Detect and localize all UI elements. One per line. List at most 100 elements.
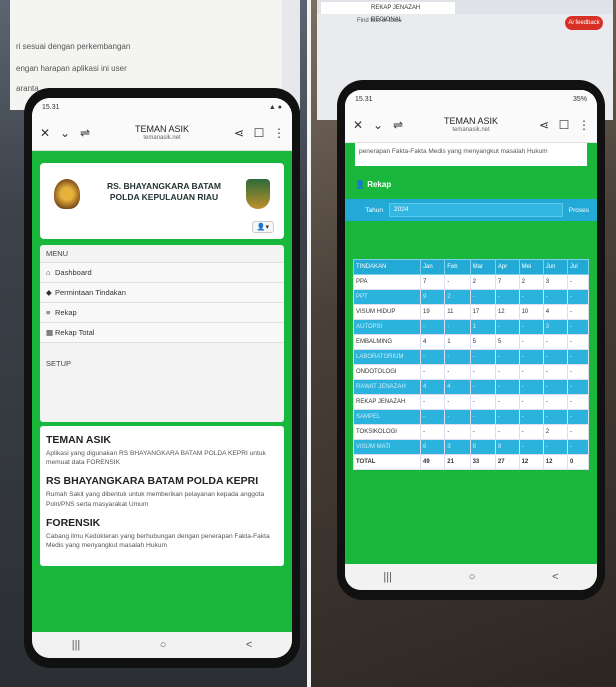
list-icon: ≡ (46, 308, 51, 317)
year-filter-bar: Tahun 2024 Proses (345, 199, 597, 222)
close-icon[interactable]: ✕ (351, 118, 365, 132)
table-header-cell: Mar (469, 259, 496, 276)
table-cell: 17 (469, 304, 496, 321)
android-nav-bar: ||| ○ < (345, 564, 597, 590)
android-nav-bar: ||| ○ < (32, 632, 292, 658)
more-icon[interactable]: ⋮ (272, 126, 286, 140)
table-total-cell: 12 (518, 454, 544, 471)
table-row: RAWAT JENAZAH 4 4- - - - - (353, 379, 589, 396)
table-cell: - (567, 394, 589, 411)
table-cell: - (494, 349, 520, 366)
table-cell: - (494, 409, 520, 426)
tune-icon[interactable]: ⇌ (78, 126, 92, 140)
menu-item-rekap-total[interactable]: ▦ Rekap Total (40, 322, 284, 342)
table-header-cell: Jun (542, 259, 569, 276)
bookmark-icon[interactable]: ☐ (252, 126, 266, 140)
home-button[interactable]: ○ (469, 571, 476, 583)
user-dropdown-button[interactable]: 👤▾ (251, 221, 274, 233)
back-button[interactable]: < (552, 571, 558, 583)
year-select[interactable]: 2024 (389, 203, 563, 218)
table-cell: - (567, 274, 589, 291)
table-row-label: RAWAT JENAZAH (353, 379, 421, 396)
rekap-title: Rekap (367, 180, 392, 190)
table-row-label: LABORATORIUM (353, 349, 421, 366)
back-button[interactable]: < (246, 639, 252, 651)
table-cell: - (567, 409, 589, 426)
table-header-cell: Jul (567, 259, 589, 276)
table-cell: 4 (542, 304, 569, 321)
table-cell: 2 (542, 424, 569, 441)
browser-app-bar: ✕ ⌄ ⇌ TEMAN ASIK temanasik.net ⋖ ☐ ⋮ (32, 116, 292, 151)
table-cell: 2 (444, 289, 471, 306)
user-icon: 👤 (355, 180, 368, 190)
chevron-down-icon[interactable]: ⌄ (371, 118, 385, 132)
chevron-down-icon[interactable]: ⌄ (58, 126, 72, 140)
table-header-cell: Apr (494, 259, 520, 276)
table-total-label: TOTAL (353, 454, 421, 471)
menu-item-permintaan-tindakan[interactable]: ◆ Permintaan Tindakan (40, 282, 284, 302)
phone-right: 15.31 35% ✕ ⌄ ⇌ TEMAN ASIK temanasik.net… (337, 80, 605, 600)
recent-apps-button[interactable]: ||| (72, 639, 81, 651)
table-cell: 4 (419, 379, 446, 396)
table-header-cell: Jan (419, 259, 446, 276)
table-row: REKAP JENAZAH - - - - - - - (353, 394, 589, 411)
table-cell: - (542, 394, 569, 411)
table-cell: 3 (444, 439, 471, 456)
info-text-fragment: penerapan Fakta-Fakta Medis yang menyang… (355, 143, 587, 167)
menu-item-label: Dashboard (55, 268, 92, 277)
browser-app-bar: ✕ ⌄ ⇌ TEMAN ASIK temanasik.net ⋖ ☐ ⋮ (345, 108, 597, 143)
menu-item-rekap[interactable]: ≡ Rekap (40, 302, 284, 322)
close-icon[interactable]: ✕ (38, 126, 52, 140)
tune-icon[interactable]: ⇌ (391, 118, 405, 132)
share-icon[interactable]: ⋖ (537, 118, 551, 132)
table-cell: - (567, 424, 589, 441)
table-total-cell: 12 (542, 454, 569, 471)
table-cell: - (542, 379, 569, 396)
table-cell: - (518, 289, 544, 306)
table-cell: - (419, 394, 446, 411)
table-cell: 8 (494, 439, 520, 456)
phone-screen: 15.31 35% ✕ ⌄ ⇌ TEMAN ASIK temanasik.net… (345, 90, 597, 590)
menu-item-label: Rekap (55, 308, 77, 317)
table-cell: - (469, 289, 496, 306)
table-total-cell: 21 (444, 454, 471, 471)
menu-item-label: Rekap Total (55, 328, 95, 337)
phone-screen: 15.31 ▲ ● ✕ ⌄ ⇌ TEMAN ASIK temanasik.net… (32, 98, 292, 658)
table-row: PPT 9 2- - - - - (353, 289, 589, 306)
rekap-heading: 👤 Rekap (345, 166, 597, 195)
table-cell: - (419, 349, 446, 366)
share-icon[interactable]: ⋖ (232, 126, 246, 140)
info-text: Aplikasi yang digunakan RS BHAYANGKARA B… (46, 450, 266, 467)
home-button[interactable]: ○ (160, 639, 167, 651)
info-title: RS BHAYANGKARA BATAM POLDA KEPRI (46, 475, 259, 488)
more-icon[interactable]: ⋮ (577, 118, 591, 132)
info-title: TEMAN ASIK (46, 434, 111, 446)
table-cell: - (494, 424, 520, 441)
table-cell: - (518, 409, 544, 426)
table-cell: - (444, 274, 471, 291)
table-cell: 19 (419, 304, 446, 321)
recent-apps-button[interactable]: ||| (383, 571, 392, 583)
table-cell: - (567, 379, 589, 396)
home-icon: ⌂ (46, 268, 51, 277)
menu-item-dashboard[interactable]: ⌂ Dashboard (40, 262, 284, 282)
process-button[interactable]: Proses (569, 207, 589, 214)
table-cell: - (567, 289, 589, 306)
bookmark-icon[interactable]: ☐ (557, 118, 571, 132)
menu-setup-heading: SETUP (40, 342, 284, 422)
background-profile-button: Ai feedback (565, 16, 603, 30)
table-cell: 6 (419, 439, 446, 456)
page-content: penerapan Fakta-Fakta Medis yang menyang… (345, 143, 597, 590)
table-cell: - (518, 364, 544, 381)
status-time: 15.31 (355, 95, 373, 103)
table-row: LABORATORIUM - - - - - - - (353, 349, 589, 366)
table-cell: 7 (419, 274, 446, 291)
table-cell: - (542, 289, 569, 306)
background-address-bar: Find text or tools (357, 18, 402, 24)
table-header-row: TINDAKAN Jan Feb Mar Apr Mei Jun Jul (353, 259, 589, 276)
info-text: Rumah Sakit yang dibentuk untuk memberik… (46, 491, 265, 508)
table-cell: - (518, 394, 544, 411)
table-cell: - (494, 319, 520, 336)
table-total-cell: 49 (419, 454, 446, 471)
table-cell: 1 (444, 334, 471, 351)
